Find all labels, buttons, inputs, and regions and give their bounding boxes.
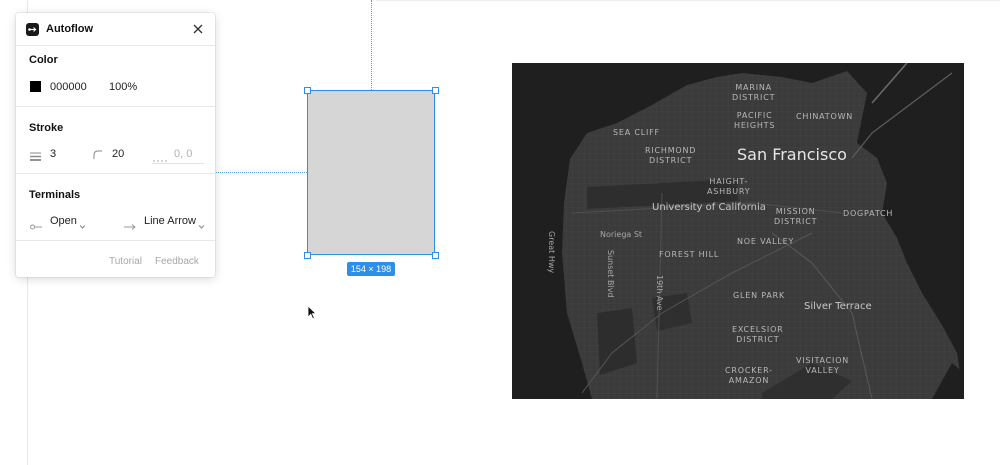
stroke-weight-input[interactable]: 3 — [50, 148, 56, 160]
map-label-forest-hill: FOREST HILL — [659, 250, 720, 259]
map-label-silver-terrace: Silver Terrace — [804, 301, 872, 312]
map-label-noriega: Noriega St — [600, 230, 643, 239]
terminals-section: Terminals Open Line Arrow — [16, 174, 215, 241]
open-terminal-icon — [30, 217, 42, 235]
dash-pattern-icon — [153, 150, 167, 168]
dash-input-underline — [152, 163, 204, 164]
map-label-excelsior: EXCELSIOR DISTRICT — [732, 325, 784, 344]
map-label-sea-cliff: SEA CLIFF — [613, 128, 660, 137]
canvas-guide-horizontal — [376, 0, 1000, 1]
tutorial-link[interactable]: Tutorial — [109, 256, 142, 267]
map-label-pacific-heights: PACIFIC HEIGHTS — [734, 111, 776, 130]
autoflow-plugin-panel: Autoflow Color 000000 100% Stroke 3 20 0… — [16, 13, 215, 277]
resize-handle-top-left[interactable] — [304, 87, 311, 94]
san-francisco-map-image[interactable]: MARINA DISTRICT PACIFIC HEIGHTS CHINATOWN … — [512, 63, 964, 399]
color-section: Color 000000 100% — [16, 46, 215, 107]
chevron-down-icon — [198, 217, 205, 235]
panel-title: Autoflow — [46, 23, 94, 35]
stroke-section: Stroke 3 20 0, 0 — [16, 107, 215, 174]
dash-pattern-input[interactable]: 0, 0 — [174, 148, 192, 160]
map-label-noe-valley: NOE VALLEY — [737, 237, 795, 246]
map-label-university: University of California — [652, 202, 766, 213]
map-label-visitacion-valley: VISITACION VALLEY — [796, 356, 850, 375]
color-hex-input[interactable]: 000000 — [50, 81, 87, 93]
autoflow-logo-icon — [26, 23, 39, 36]
color-opacity-input[interactable]: 100% — [109, 81, 137, 93]
map-label-19th-ave: 19th Ave — [655, 275, 664, 311]
selected-rectangle[interactable] — [307, 90, 435, 255]
corner-radius-input[interactable]: 20 — [112, 148, 124, 160]
resize-handle-top-right[interactable] — [432, 87, 439, 94]
end-terminal-select[interactable]: Line Arrow — [144, 215, 208, 229]
color-swatch[interactable] — [30, 81, 41, 92]
map-label-great-hwy: Great Hwy — [547, 231, 556, 274]
end-terminal-value: Line Arrow — [144, 215, 196, 227]
mouse-cursor-icon — [307, 305, 317, 325]
map-label-sunset-blvd: Sunset Blvd — [606, 250, 615, 298]
start-terminal-value: Open — [50, 215, 77, 227]
alignment-guide-vertical — [371, 0, 372, 90]
map-label-haight-ashbury: HAIGHT- ASHBURY — [707, 177, 751, 196]
feedback-link[interactable]: Feedback — [155, 256, 199, 267]
map-label-dogpatch: DOGPATCH — [843, 209, 894, 218]
map-label-richmond: RICHMOND DISTRICT — [645, 146, 697, 165]
map-label-mission: MISSION DISTRICT — [774, 207, 818, 226]
map-label-marina: MARINA DISTRICT — [732, 83, 776, 102]
chevron-down-icon — [79, 217, 86, 235]
selection-size-badge: 154 × 198 — [347, 262, 395, 276]
stroke-heading: Stroke — [29, 122, 64, 134]
corner-radius-icon — [93, 147, 103, 165]
map-label-crocker-amazon: CROCKER- AMAZON — [725, 366, 773, 385]
map-label-glen-park: GLEN PARK — [733, 291, 786, 300]
line-arrow-icon — [124, 217, 136, 235]
stroke-weight-icon — [30, 148, 41, 166]
resize-handle-bottom-left[interactable] — [304, 252, 311, 259]
map-label-chinatown: CHINATOWN — [796, 112, 854, 121]
map-label-san-francisco: San Francisco — [737, 145, 847, 164]
close-icon[interactable] — [191, 22, 205, 36]
alignment-guide-horizontal — [216, 172, 307, 173]
terminals-heading: Terminals — [29, 189, 81, 201]
panel-header: Autoflow — [16, 13, 215, 46]
resize-handle-bottom-right[interactable] — [432, 252, 439, 259]
color-heading: Color — [29, 54, 58, 66]
start-terminal-select[interactable]: Open — [50, 215, 90, 229]
